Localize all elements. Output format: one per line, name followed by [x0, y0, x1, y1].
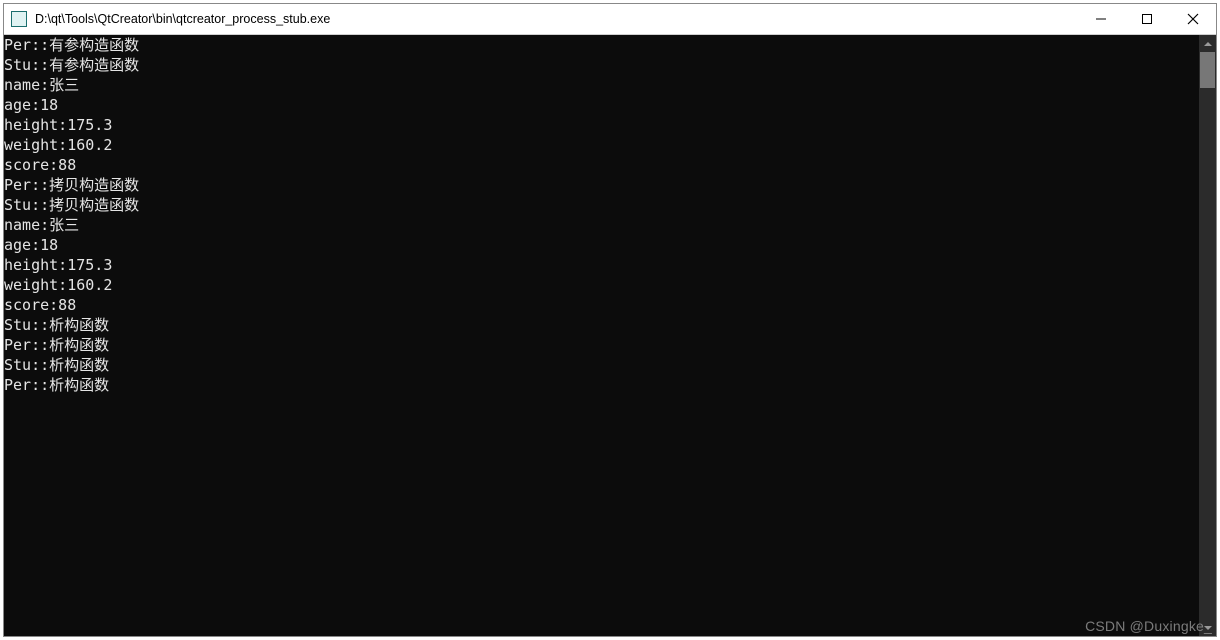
scrollbar-track[interactable] — [1199, 52, 1216, 619]
vertical-scrollbar[interactable] — [1199, 35, 1216, 636]
console-line: Stu::拷贝构造函数 — [4, 195, 1199, 215]
scrollbar-thumb[interactable] — [1200, 52, 1215, 88]
console-line: name:张三 — [4, 75, 1199, 95]
console-line: Per::析构函数 — [4, 375, 1199, 395]
console-line: height:175.3 — [4, 115, 1199, 135]
minimize-button[interactable] — [1078, 4, 1124, 34]
console-line: height:175.3 — [4, 255, 1199, 275]
chevron-up-icon — [1204, 40, 1212, 48]
minimize-icon — [1096, 14, 1106, 24]
console-line: name:张三 — [4, 215, 1199, 235]
scroll-up-button[interactable] — [1199, 35, 1216, 52]
console-output: Per::有参构造函数Stu::有参构造函数name:张三age:18heigh… — [4, 35, 1199, 636]
console-line: weight:160.2 — [4, 135, 1199, 155]
chevron-down-icon — [1204, 624, 1212, 632]
close-icon — [1187, 13, 1199, 25]
client-area: Per::有参构造函数Stu::有参构造函数name:张三age:18heigh… — [4, 35, 1216, 636]
console-line: Stu::析构函数 — [4, 315, 1199, 335]
window-controls — [1078, 4, 1216, 34]
maximize-button[interactable] — [1124, 4, 1170, 34]
titlebar[interactable]: D:\qt\Tools\QtCreator\bin\qtcreator_proc… — [4, 4, 1216, 35]
window-title: D:\qt\Tools\QtCreator\bin\qtcreator_proc… — [35, 12, 1078, 26]
close-button[interactable] — [1170, 4, 1216, 34]
console-line: age:18 — [4, 95, 1199, 115]
console-line: Per::析构函数 — [4, 335, 1199, 355]
console-line: score:88 — [4, 155, 1199, 175]
console-line: Stu::析构函数 — [4, 355, 1199, 375]
app-icon — [11, 11, 27, 27]
maximize-icon — [1142, 14, 1152, 24]
console-line: Stu::有参构造函数 — [4, 55, 1199, 75]
console-line: age:18 — [4, 235, 1199, 255]
console-line: Per::有参构造函数 — [4, 35, 1199, 55]
console-window: D:\qt\Tools\QtCreator\bin\qtcreator_proc… — [3, 3, 1217, 637]
console-line: Per::拷贝构造函数 — [4, 175, 1199, 195]
scroll-down-button[interactable] — [1199, 619, 1216, 636]
console-line: weight:160.2 — [4, 275, 1199, 295]
console-line: score:88 — [4, 295, 1199, 315]
